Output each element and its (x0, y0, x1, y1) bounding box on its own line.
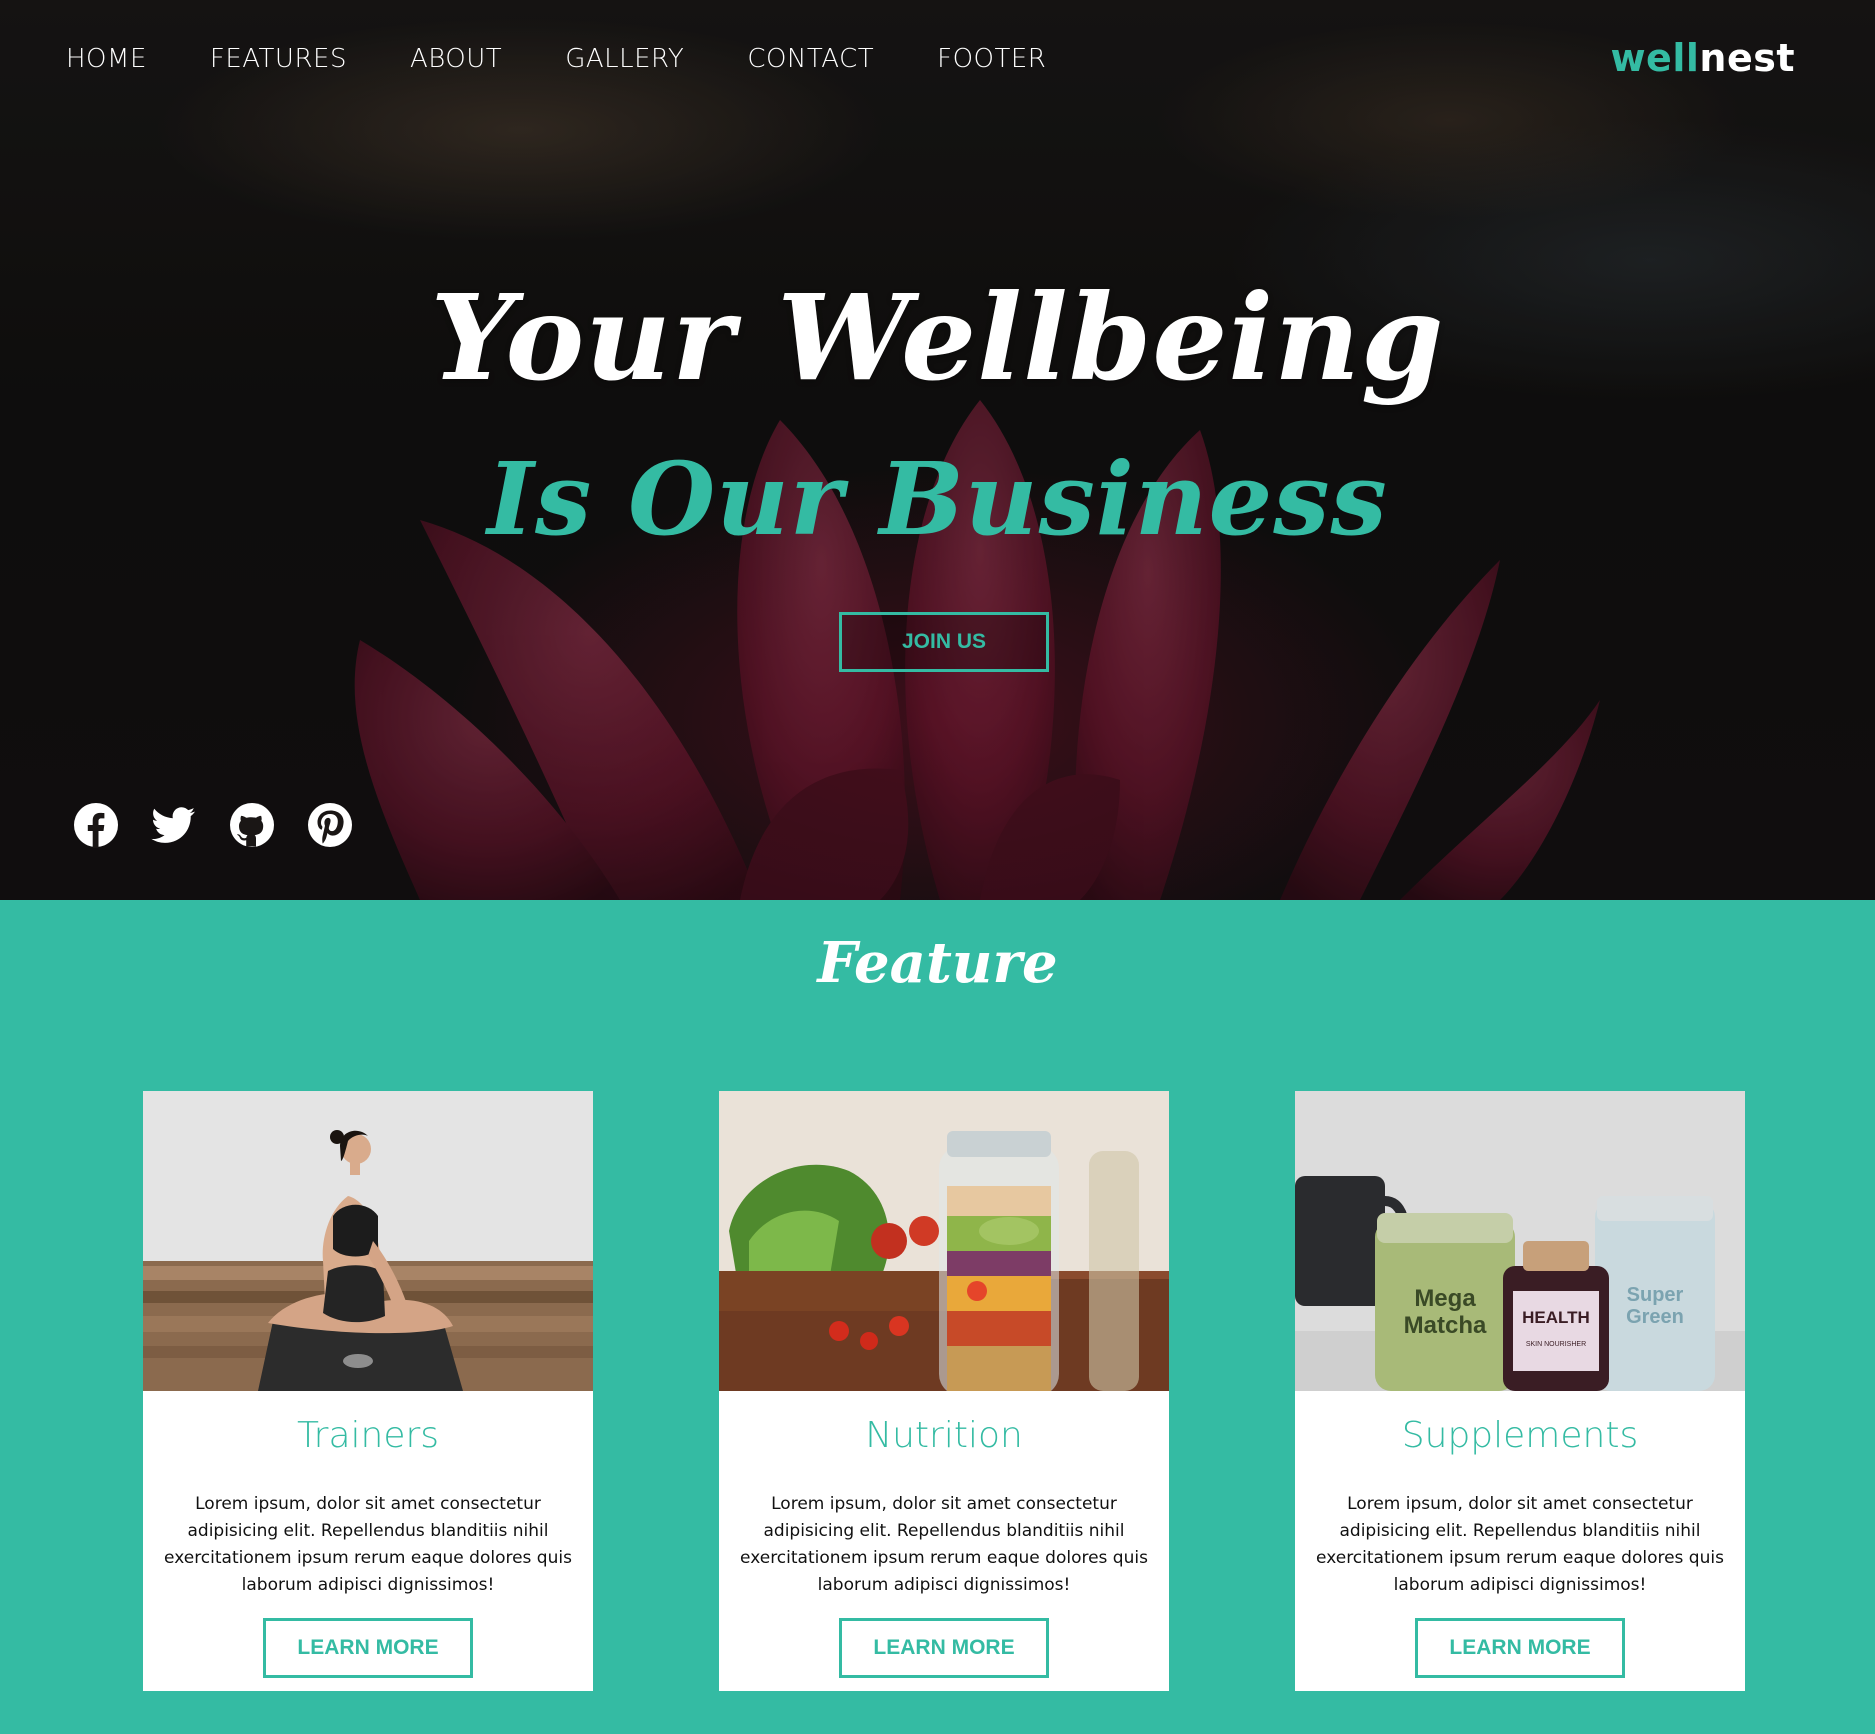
facebook-icon[interactable] (73, 802, 119, 848)
card-text: Lorem ipsum, dolor sit amet consectetur … (1316, 1494, 1724, 1595)
learn-more-button[interactable]: LEARN MORE (1415, 1618, 1625, 1678)
nav-item-about[interactable]: ABOUT (410, 40, 502, 78)
pinterest-icon[interactable] (307, 802, 353, 848)
card-text: Lorem ipsum, dolor sit amet consectetur … (740, 1494, 1148, 1595)
trainers-photo (143, 1091, 593, 1391)
nav-item-contact[interactable]: CONTACT (747, 40, 874, 78)
nav-item-features[interactable]: FEATURES (210, 40, 347, 78)
health-label: HEALTH (1522, 1308, 1590, 1327)
brand-logo[interactable]: wellnest (1610, 36, 1795, 80)
main-nav: HOME FEATURES ABOUT GALLERY CONTACT FOOT… (66, 40, 1109, 78)
super-green-label-2: Green (1626, 1306, 1684, 1328)
feature-card-supplements: Super Green Mega Matcha HEALTH SKIN NOUR… (1295, 1091, 1745, 1691)
brand-logo-part2: nest (1699, 36, 1795, 80)
nutrition-photo (719, 1091, 1169, 1391)
hero-headline-line1: Your Wellbeing (430, 268, 1445, 407)
nav-item-gallery[interactable]: GALLERY (565, 40, 684, 78)
card-text: Lorem ipsum, dolor sit amet consectetur … (164, 1494, 572, 1595)
card-title: Nutrition (865, 1415, 1023, 1456)
hero-section: HOME FEATURES ABOUT GALLERY CONTACT FOOT… (0, 0, 1875, 900)
nav-item-home[interactable]: HOME (66, 40, 147, 78)
github-icon[interactable] (229, 802, 275, 848)
health-sublabel: SKIN NOURISHER (1526, 1341, 1586, 1348)
mega-matcha-label-1: Mega (1414, 1285, 1476, 1312)
learn-more-button[interactable]: LEARN MORE (263, 1618, 473, 1678)
feature-card-nutrition: Nutrition Lorem ipsum, dolor sit amet co… (719, 1091, 1169, 1691)
mega-matcha-label-2: Matcha (1404, 1312, 1487, 1339)
feature-section-title: Feature (817, 930, 1058, 996)
supplements-photo: Super Green Mega Matcha HEALTH SKIN NOUR… (1295, 1091, 1745, 1391)
brand-logo-part1: well (1610, 36, 1700, 80)
feature-card-trainers: Trainers Lorem ipsum, dolor sit amet con… (143, 1091, 593, 1691)
card-title: Trainers (296, 1415, 440, 1456)
join-us-button[interactable]: JOIN US (839, 612, 1049, 672)
nav-item-footer[interactable]: FOOTER (937, 40, 1046, 78)
super-green-label-1: Super (1627, 1284, 1684, 1306)
social-links (73, 802, 353, 848)
learn-more-button[interactable]: LEARN MORE (839, 1618, 1049, 1678)
hero-headline-line2: Is Our Business (487, 440, 1388, 558)
twitter-icon[interactable] (151, 802, 197, 848)
card-title: Supplements (1401, 1415, 1639, 1456)
